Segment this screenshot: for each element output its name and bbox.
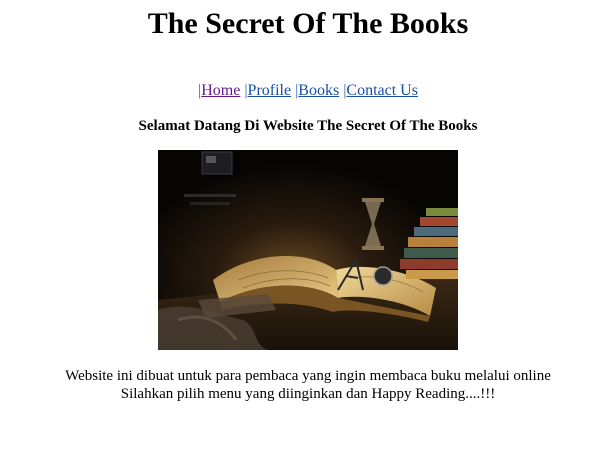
description-line-1: Website ini dibuat untuk para pembaca ya…: [65, 368, 551, 384]
description-line-2: Silahkan pilih menu yang diinginkan dan …: [120, 386, 496, 402]
welcome-heading: Selamat Datang Di Website The Secret Of …: [138, 118, 478, 134]
page: The Secret Of The Books |Home |Profile |…: [0, 0, 610, 458]
description: Website ini dibuat untuk para pembaca ya…: [0, 367, 610, 403]
nav-link-home[interactable]: Home: [201, 82, 240, 99]
nav-menu: |Home |Profile |Books |Contact Us: [0, 81, 610, 101]
hero-image: [158, 150, 458, 350]
nav-link-contact-us[interactable]: Contact Us: [346, 82, 418, 99]
nav-link-profile[interactable]: Profile: [248, 82, 292, 99]
nav-link-books[interactable]: Books: [298, 82, 339, 99]
page-title: The Secret Of The Books: [147, 7, 469, 40]
open-book-hourglass-image: [158, 150, 458, 350]
